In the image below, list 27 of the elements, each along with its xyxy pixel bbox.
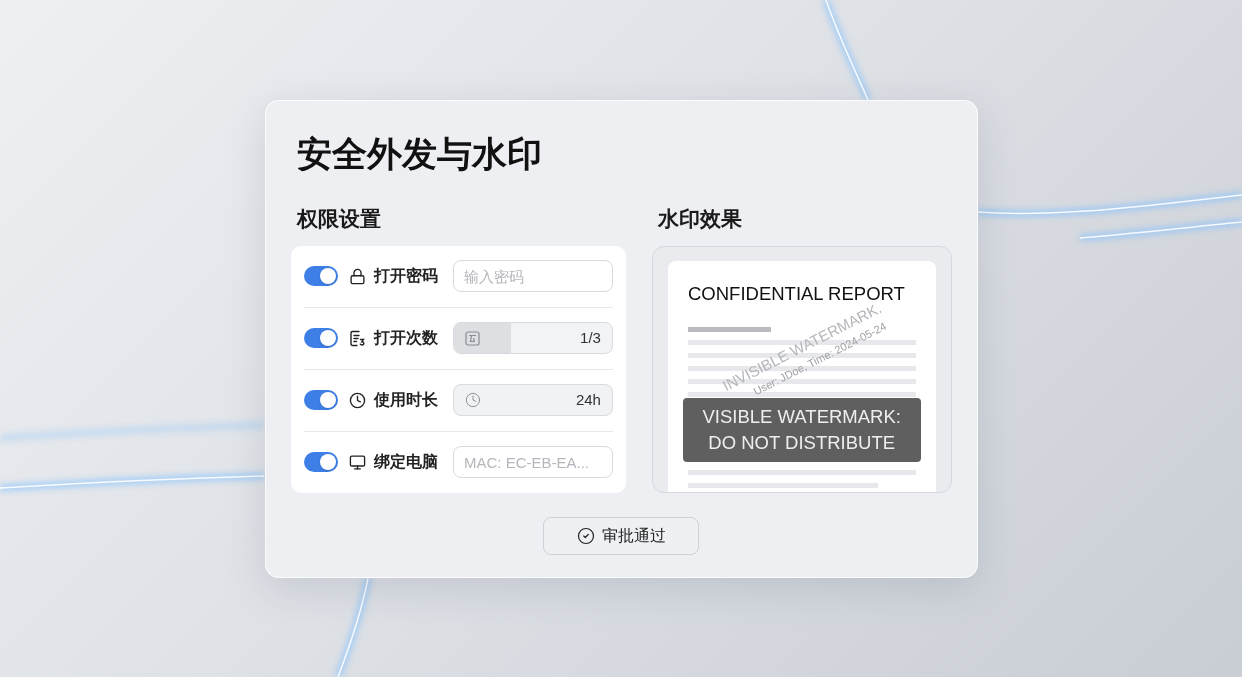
clock-icon bbox=[348, 391, 366, 409]
section-heading: 权限设置 bbox=[296, 205, 381, 232]
monitor-icon bbox=[348, 453, 366, 471]
setting-label: 绑定电脑 bbox=[373, 452, 438, 473]
check-circle-icon bbox=[576, 526, 595, 545]
duration-field[interactable]: 24h bbox=[452, 384, 613, 416]
section-heading: 水印效果 bbox=[657, 205, 742, 232]
password-field[interactable]: 输入密码 bbox=[452, 260, 613, 292]
duration-value: 24h bbox=[575, 389, 601, 410]
approve-button[interactable]: 审批通过 bbox=[543, 516, 699, 555]
setting-label: 打开次数 bbox=[373, 328, 438, 349]
toggle-switch[interactable] bbox=[303, 266, 338, 286]
lock-icon bbox=[348, 267, 366, 285]
mac-address-field[interactable]: MAC: EC-EB-EA... bbox=[452, 446, 613, 478]
open-count-field[interactable]: 1/3 bbox=[452, 322, 613, 354]
setting-label: 使用时长 bbox=[373, 390, 438, 411]
toggle-switch[interactable] bbox=[303, 328, 338, 348]
boxed-glyph-icon bbox=[464, 330, 480, 346]
open-count-value: 1/3 bbox=[580, 327, 601, 348]
dialog-title: 安全外发与水印 bbox=[296, 132, 542, 175]
visible-watermark-text: VISIBLE WATERMARK: DO NOT DISTRIBUTE bbox=[702, 404, 901, 455]
document-title: CONFIDENTIAL REPORT bbox=[687, 281, 905, 304]
toggle-switch[interactable] bbox=[303, 452, 338, 472]
setting-label: 打开密码 bbox=[373, 266, 438, 287]
toggle-switch[interactable] bbox=[303, 390, 338, 410]
list-counter-icon bbox=[348, 329, 366, 347]
clock-icon bbox=[464, 392, 481, 408]
